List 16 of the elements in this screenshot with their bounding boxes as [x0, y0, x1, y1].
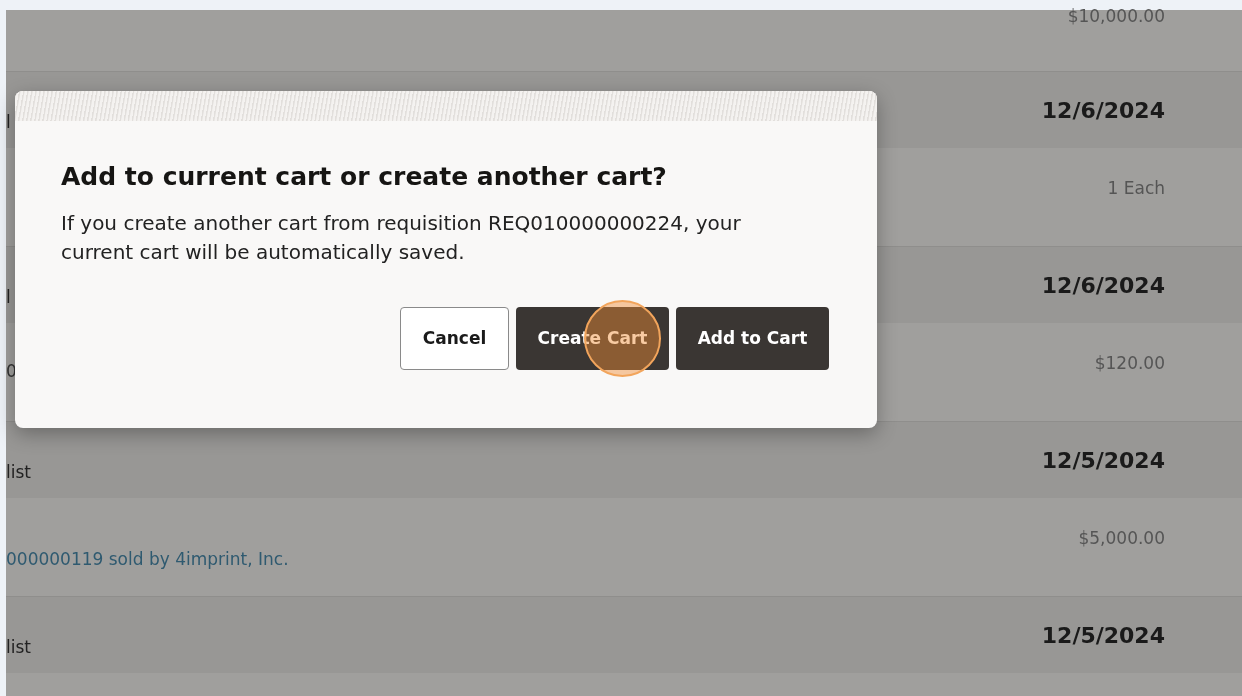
amount-text: $5,000.00: [1078, 527, 1165, 550]
item-title: l: [6, 286, 11, 310]
amount-text: $120.00: [1094, 352, 1165, 375]
dialog-button[interactable]: Add to Cart: [676, 307, 829, 370]
item-title: l: [6, 111, 11, 135]
item-title: list: [6, 636, 31, 660]
date-text: 12/6/2024: [1041, 271, 1165, 300]
item-title: list: [6, 461, 31, 485]
date-text: 12/5/2024: [1041, 446, 1165, 475]
amount-text: 1 Each: [1107, 177, 1165, 200]
amount-text: $10,000.00: [1067, 6, 1165, 26]
dialog-message: If you create another cart from requisition REQ010000000224, your current cart will be automatically saved.: [61, 210, 742, 266]
dialog-title: Add to current cart or create another cart?: [61, 161, 668, 193]
date-text: 12/6/2024: [1041, 96, 1165, 125]
dialog-button[interactable]: Cancel: [400, 307, 509, 370]
date-text: 12/5/2024: [1041, 621, 1165, 650]
